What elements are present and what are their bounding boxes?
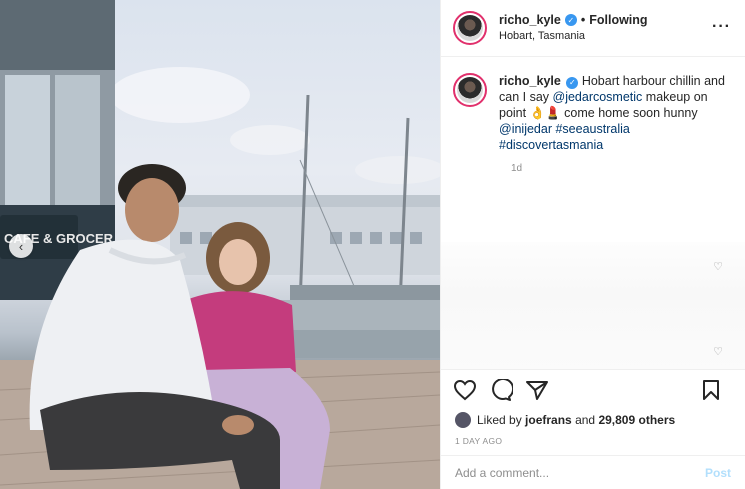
hashtag-seeaustralia[interactable]: #seeaustralia [555, 122, 629, 136]
action-bar [441, 369, 745, 409]
caption: richo_kyle ✓ Hobart harbour chillin and … [453, 73, 731, 153]
verified-badge-icon: ✓ [564, 14, 577, 27]
hashtag-discovertasmania[interactable]: #discovertasmania [499, 138, 603, 152]
post-side-panel: richo_kyle ✓ • Following Hobart, Tasmani… [440, 0, 745, 489]
comment-like-icon[interactable]: ♡ [713, 345, 723, 358]
post-header: richo_kyle ✓ • Following Hobart, Tasmani… [441, 0, 745, 57]
caption-username[interactable]: richo_kyle [499, 74, 561, 88]
send-icon[interactable] [525, 379, 549, 401]
chevron-left-icon[interactable]: ‹ [9, 234, 33, 258]
profile-avatar[interactable] [453, 11, 487, 45]
blurred-comments: ♡ ♡ [441, 242, 745, 369]
username-link[interactable]: richo_kyle [499, 13, 561, 28]
more-options-icon[interactable]: ··· [712, 18, 731, 36]
verified-badge-icon: ✓ [566, 77, 579, 89]
likes-count[interactable]: 29,809 others [598, 413, 675, 427]
bookmark-icon[interactable] [701, 379, 721, 401]
caption-avatar[interactable] [453, 73, 487, 107]
separator-dot: • [580, 12, 586, 27]
location-link[interactable]: Hobart, Tasmania [499, 30, 648, 43]
comments-area: richo_kyle ✓ Hobart harbour chillin and … [441, 57, 745, 369]
header-text: richo_kyle ✓ • Following Hobart, Tasmani… [499, 13, 648, 43]
photo-illustration: CAFE & GROCER [0, 0, 440, 489]
liked-by-user[interactable]: joefrans [525, 413, 572, 427]
likes-summary: Liked by joefrans and 29,809 others [441, 409, 745, 431]
caption-text: richo_kyle ✓ Hobart harbour chillin and … [499, 73, 729, 153]
comment-input[interactable] [455, 465, 705, 480]
mention-inijedar[interactable]: @inijedar [499, 122, 552, 136]
likes-conjunction: and [575, 413, 596, 427]
heart-icon[interactable] [453, 379, 477, 401]
mention-jedarcosmetic[interactable]: @jedarcosmetic [553, 90, 643, 104]
following-button[interactable]: Following [589, 13, 647, 28]
avatar-image [457, 77, 483, 103]
caption-time: 1d [511, 163, 523, 174]
comment-like-icon[interactable]: ♡ [713, 260, 723, 273]
post-date: 1 DAY AGO [455, 436, 503, 446]
likes-prefix: Liked by [477, 413, 522, 427]
comment-bar: Post [441, 455, 745, 489]
comment-icon[interactable] [489, 378, 513, 401]
avatar-image [457, 15, 483, 41]
post-comment-button[interactable]: Post [705, 466, 731, 480]
post-photo[interactable]: CAFE & GROCER ‹ [0, 0, 440, 489]
header-line: richo_kyle ✓ • Following [499, 13, 648, 28]
liker-avatar[interactable] [455, 412, 471, 428]
